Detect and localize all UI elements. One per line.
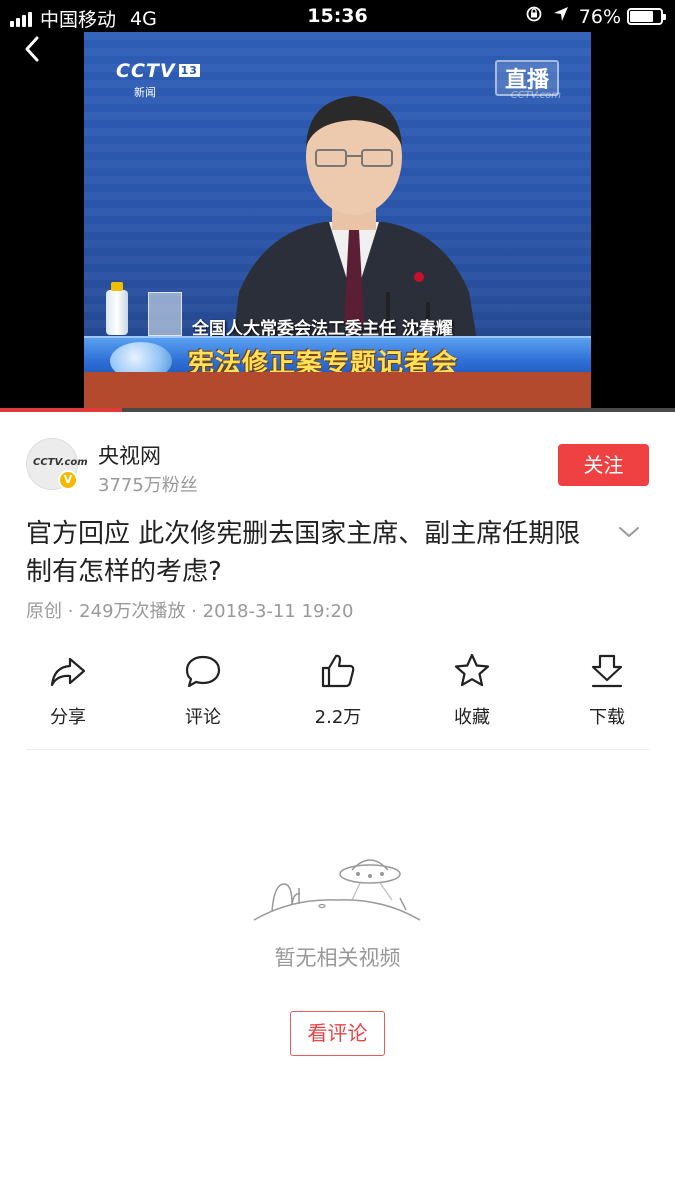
- channel-logo: CCTV 13: [116, 60, 200, 82]
- comment-button[interactable]: 评论: [153, 645, 253, 729]
- chevron-down-icon[interactable]: [617, 520, 641, 544]
- video-meta: 原创 · 249万次播放 · 2018-3-11 19:20: [26, 601, 354, 622]
- action-bar: 分享 评论 2.2万 收藏 下载: [0, 645, 675, 735]
- share-button[interactable]: 分享: [18, 645, 118, 729]
- channel-sub: 新闻: [134, 86, 156, 99]
- back-button[interactable]: [18, 34, 48, 64]
- like-icon: [321, 654, 355, 688]
- rotation-lock-icon: [525, 5, 543, 28]
- live-watermark: CCTV.com: [510, 90, 561, 101]
- like-button[interactable]: 2.2万: [288, 645, 388, 729]
- author-name[interactable]: 央视网: [98, 440, 161, 470]
- battery-percent: 76%: [578, 5, 621, 28]
- like-count: 2.2万: [314, 707, 362, 728]
- chevron-left-icon: [25, 36, 39, 62]
- author-fans: 3775万粉丝: [98, 475, 198, 496]
- favorite-label: 收藏: [454, 707, 490, 728]
- view-comments-button[interactable]: 看评论: [290, 1011, 385, 1056]
- divider: [26, 749, 649, 750]
- share-label: 分享: [50, 707, 86, 728]
- location-icon: [553, 6, 569, 27]
- favorite-button[interactable]: 收藏: [422, 645, 522, 729]
- download-icon: [591, 654, 623, 688]
- water-glass: [148, 292, 182, 336]
- water-bottle: [106, 282, 128, 335]
- video-title: 官方回应 此次修宪删去国家主席、副主席任期限制有怎样的考虑?: [26, 519, 581, 587]
- channel-number: 13: [178, 64, 200, 77]
- verified-badge-icon: V: [58, 470, 78, 490]
- share-icon: [50, 657, 86, 687]
- status-right: 76%: [525, 5, 666, 28]
- ufo-icon: [253, 859, 421, 921]
- desk: [84, 372, 591, 412]
- follow-button[interactable]: 关注: [558, 444, 649, 486]
- battery-icon: [627, 8, 666, 25]
- download-label: 下载: [589, 707, 625, 728]
- battery-level: [630, 11, 653, 22]
- comment-label: 评论: [185, 707, 221, 728]
- status-bar: 中国移动 4G 15:36 76%: [0, 0, 675, 34]
- download-button[interactable]: 下载: [557, 645, 657, 729]
- avatar-logo: CCTV.com: [33, 457, 88, 468]
- video-frame[interactable]: CCTV 13 新闻 直播 CCTV.com 全国人大常委会法工委主任 沈春耀 宪…: [84, 32, 591, 412]
- empty-state-text: 暂无相关视频: [274, 946, 401, 970]
- comment-icon: [185, 655, 221, 688]
- star-icon: [454, 653, 490, 687]
